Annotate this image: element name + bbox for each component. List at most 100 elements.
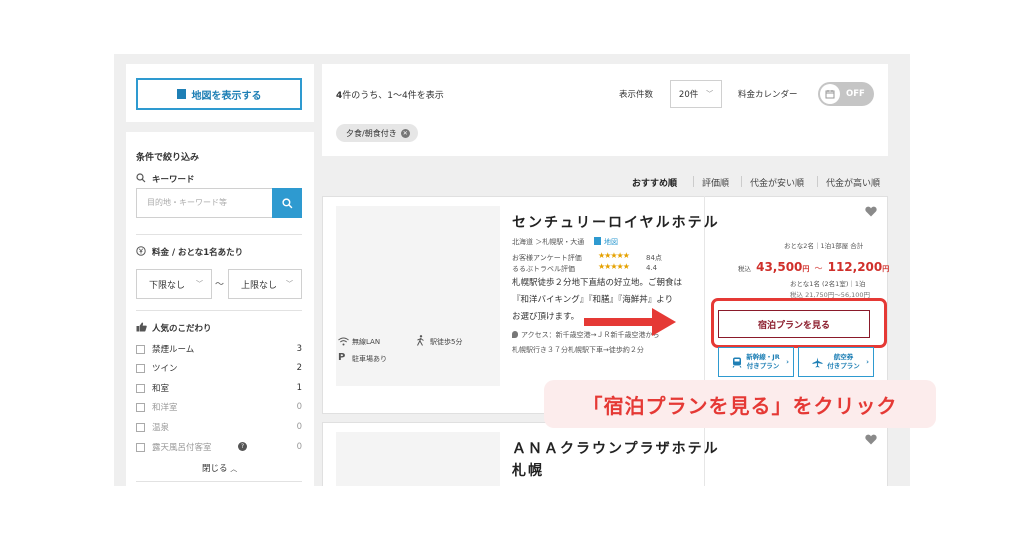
- rating-rurubu-stars: ★★★★★: [598, 262, 630, 271]
- airline-plan-button[interactable]: 航空券 付きプラン ›: [798, 347, 874, 377]
- results-summary: 4件のうち、1〜4件を表示: [336, 88, 444, 101]
- price-guests-per: おとな1名 (2名1室)｜1泊: [790, 280, 866, 288]
- price-calendar-label: 料金カレンダー: [738, 90, 798, 100]
- chevron-right-icon: ›: [786, 358, 789, 366]
- checkbox[interactable]: [136, 422, 145, 432]
- remove-filter-icon[interactable]: ✕: [400, 128, 410, 138]
- keyword-label: キーワード: [152, 175, 195, 185]
- close-popular-toggle[interactable]: 閉じる ︿: [202, 462, 237, 474]
- amenity-wifi: 無線LAN: [352, 338, 381, 346]
- chevron-down-icon: ﹀: [196, 280, 203, 288]
- sort-separator: [741, 176, 742, 187]
- location-pin-icon: [512, 331, 518, 338]
- parking-icon: P: [338, 352, 346, 363]
- price-unit: 円: [882, 265, 890, 273]
- hotel-access-line: アクセス：新千歳空港→ＪＲ新千歳空港から: [521, 331, 660, 339]
- hotel-location: 北海道 ＞札幌駅・大通: [512, 238, 585, 246]
- hotel-map-link[interactable]: 地図: [604, 237, 618, 247]
- arrow-right-icon: [652, 308, 676, 336]
- checkbox[interactable]: [136, 363, 145, 373]
- close-label: 閉じる: [202, 464, 228, 474]
- hotel-name[interactable]: ＡＮＡクラウンプラザホテル: [512, 438, 720, 458]
- amenity-filter-twin[interactable]: ツイン 2: [136, 361, 302, 375]
- annotation-callout: 「宿泊プランを見る」をクリック: [544, 380, 936, 428]
- yen-icon: [136, 246, 146, 256]
- hotel-access-line: 札幌駅行き３７分札幌駅下車→徒歩約２分: [512, 346, 644, 354]
- price-max-select[interactable]: 上限なし ﹀: [228, 269, 302, 299]
- thumbs-up-icon: [136, 322, 147, 332]
- rating-survey-value: 84点: [646, 254, 662, 262]
- hotel-description-line: 札幌駅徒歩２分地下直結の好立地。ご朝食は: [512, 278, 683, 288]
- sort-recommended[interactable]: おすすめ順: [632, 176, 677, 189]
- hotel-photo[interactable]: [336, 432, 500, 486]
- results-header: [322, 64, 888, 156]
- rating-survey-stars: ★★★★★: [598, 251, 630, 260]
- amenity-label: 禁煙ルーム: [152, 345, 195, 355]
- chevron-right-icon: ›: [866, 358, 869, 366]
- per-page-select[interactable]: 20件 ﹀: [670, 80, 722, 108]
- help-icon[interactable]: ?: [238, 442, 247, 451]
- sort-price-high[interactable]: 代金が高い順: [826, 176, 880, 189]
- price-sep: ～: [814, 264, 823, 273]
- keyword-search-button[interactable]: [272, 188, 302, 218]
- sort-price-low[interactable]: 代金が安い順: [750, 176, 804, 189]
- results-range: 件のうち、1〜4件を表示: [342, 91, 444, 101]
- price-calendar-toggle[interactable]: OFF: [818, 82, 874, 106]
- amenity-count: 3: [296, 344, 302, 354]
- divider: [136, 234, 302, 235]
- rating-rurubu-value: 4.4: [646, 264, 658, 272]
- sort-separator: [693, 176, 694, 187]
- toggle-state: OFF: [846, 89, 865, 99]
- checkbox[interactable]: [136, 402, 145, 412]
- map-pin-icon: [594, 237, 601, 245]
- amenity-filter-open-air-bath-room[interactable]: 露天風呂付客室 ? 0: [136, 440, 302, 454]
- amenity-count: 0: [296, 442, 302, 452]
- amenity-filter-japanese-room[interactable]: 和室 1: [136, 381, 302, 395]
- hotel-name-line2[interactable]: 札幌: [512, 460, 544, 480]
- walking-icon: [417, 335, 424, 346]
- annotation-arrow-shaft: [584, 318, 654, 326]
- sub-button-line2: 付きプラン: [827, 362, 860, 370]
- toggle-knob: [820, 84, 840, 104]
- search-icon: [281, 197, 292, 208]
- price-label: 料金 / おとな1名あたり: [152, 248, 244, 258]
- amenity-filter-hot-spring[interactable]: 温泉 0: [136, 420, 302, 434]
- wifi-icon: [338, 337, 349, 346]
- calendar-icon: [825, 90, 835, 99]
- price-min-select[interactable]: 下限なし ﹀: [136, 269, 212, 299]
- sort-rating[interactable]: 評価順: [702, 176, 729, 189]
- show-map-label: 地図を表示する: [191, 90, 262, 102]
- heart-icon[interactable]: [865, 206, 877, 217]
- amenity-count: 2: [296, 363, 302, 373]
- amenity-count: 1: [296, 383, 302, 393]
- amenity-filter-nonsmoking[interactable]: 禁煙ルーム 3: [136, 342, 302, 356]
- amenity-count: 0: [296, 402, 302, 412]
- active-filter-chip[interactable]: 夕食/朝食付き ✕: [336, 124, 418, 142]
- hotel-description-line: 『和洋バイキング』『和膳』『海鮮丼』より: [512, 295, 674, 305]
- chevron-up-icon: ︿: [230, 465, 238, 473]
- price-min-value: 下限なし: [149, 280, 186, 291]
- shinkansen-jr-plan-button[interactable]: 新幹線・JR 付きプラン ›: [718, 347, 794, 377]
- amenity-parking: 駐車場あり: [352, 355, 387, 363]
- keyword-input[interactable]: 目的地・キーワード等: [136, 188, 272, 218]
- filter-chip-label: 夕食/朝食付き: [346, 128, 397, 138]
- amenity-label: ツイン: [152, 364, 178, 374]
- divider: [136, 481, 302, 482]
- hotel-description-line: お選び頂けます。: [512, 312, 580, 322]
- heart-icon[interactable]: [865, 434, 877, 445]
- checkbox[interactable]: [136, 383, 145, 393]
- checkbox[interactable]: [136, 442, 145, 452]
- checkbox[interactable]: [136, 344, 145, 354]
- chevron-down-icon: ﹀: [706, 90, 714, 98]
- search-icon: [136, 173, 146, 183]
- amenity-walk: 駅徒歩5分: [430, 338, 463, 346]
- price-range-tilde: ～: [215, 280, 225, 290]
- tax-label: 税込: [738, 265, 751, 273]
- hotel-name[interactable]: センチュリーロイヤルホテル: [512, 212, 720, 232]
- amenity-label: 和室: [152, 384, 170, 394]
- show-map-button[interactable]: 地図を表示する: [136, 78, 302, 110]
- price-low: 43,500: [756, 260, 803, 274]
- amenity-filter-japanese-western-room[interactable]: 和洋室 0: [136, 400, 302, 414]
- sub-button-line2: 付きプラン: [746, 362, 780, 370]
- sort-separator: [817, 176, 818, 187]
